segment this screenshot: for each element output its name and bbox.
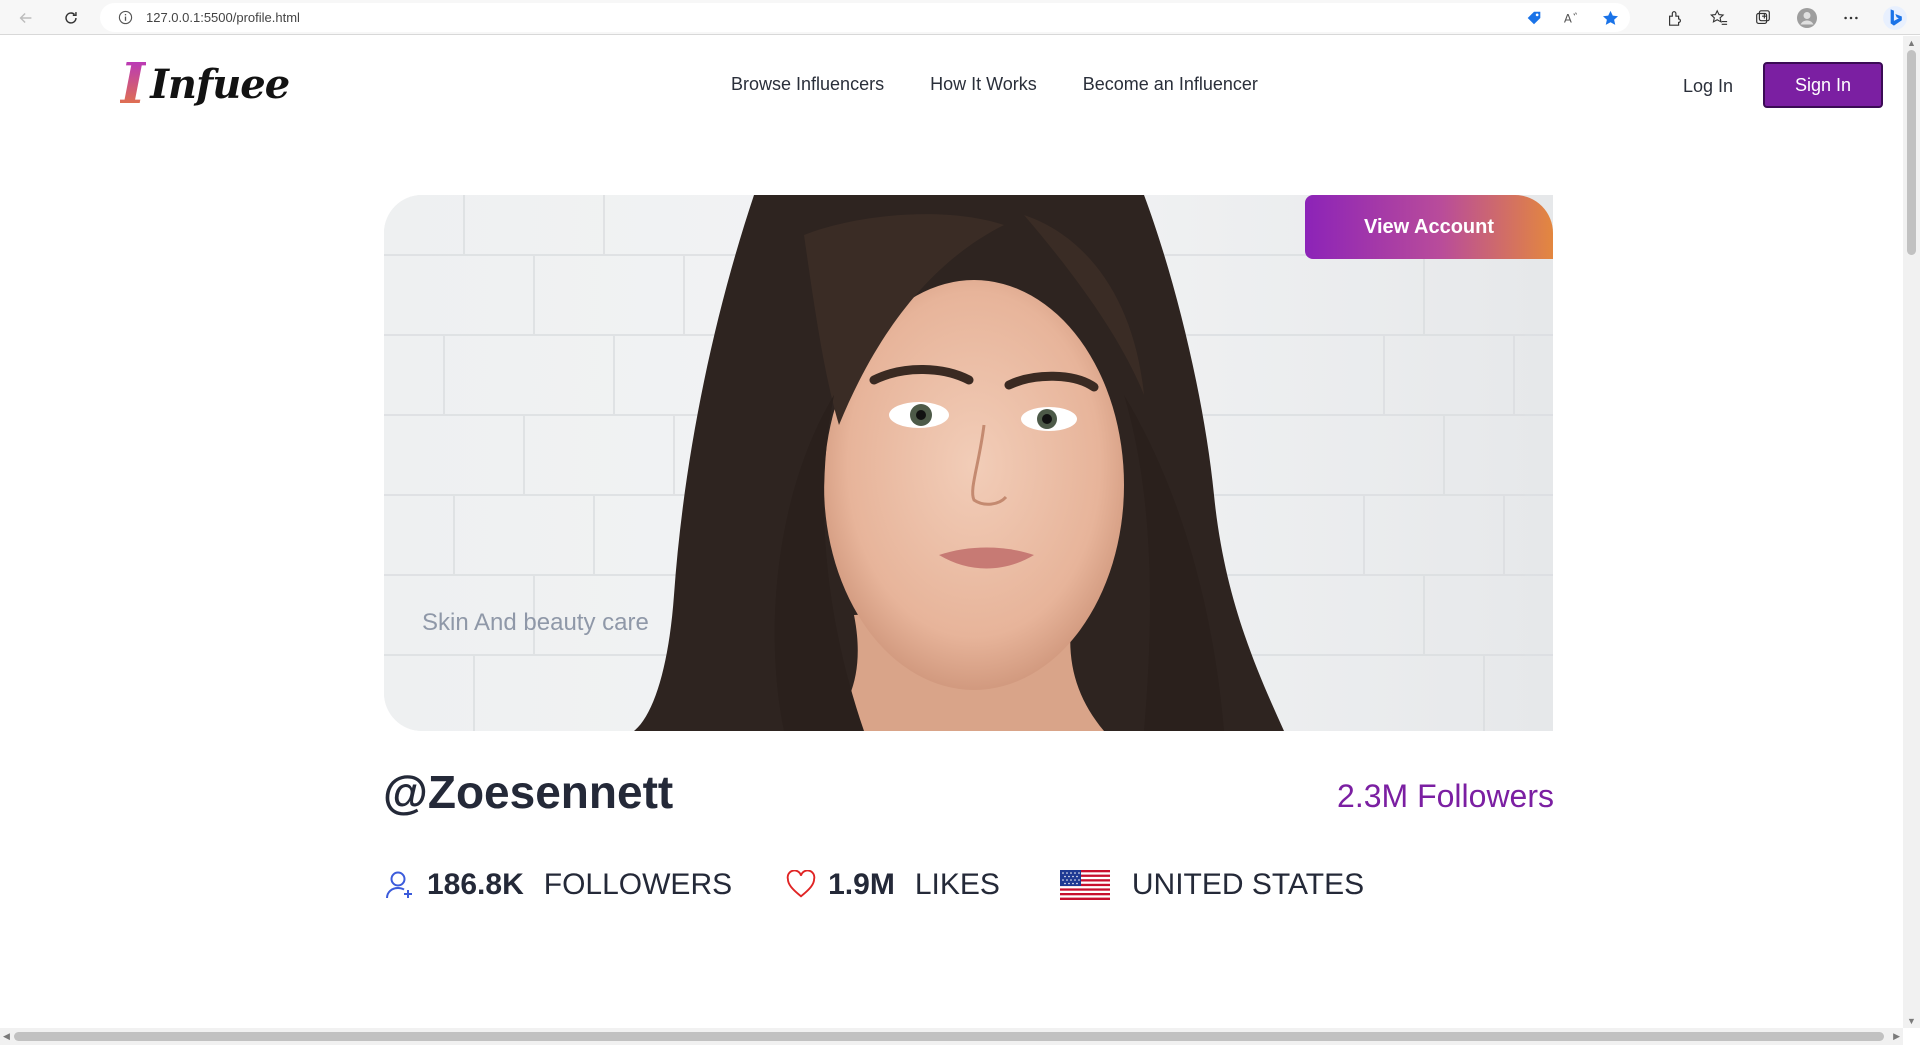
profile-username: @Zoesennett <box>383 766 674 818</box>
profile-stats: 186.8K FOLLOWERS 1.9M LIKES UNITED STATE… <box>383 868 1364 902</box>
favorite-star-icon[interactable] <box>1600 8 1620 28</box>
country-label: UNITED STATES <box>1131 868 1365 901</box>
followers-total: 2.3M Followers <box>1337 778 1554 814</box>
url-text: 127.0.0.1:5500/profile.html <box>146 10 300 25</box>
tag-icon[interactable] <box>1524 8 1544 28</box>
followers-stat: 186.8K FOLLOWERS <box>383 868 732 902</box>
bing-icon[interactable] <box>1880 4 1910 32</box>
nav-become-influencer[interactable]: Become an Influencer <box>1083 74 1258 95</box>
followers-value: 186.8K <box>427 868 524 901</box>
nav-how-it-works[interactable]: How It Works <box>930 74 1037 95</box>
address-bar[interactable]: 127.0.0.1:5500/profile.html A <box>100 3 1630 32</box>
scroll-down-icon[interactable]: ▼ <box>1907 1016 1916 1026</box>
likes-stat: 1.9M LIKES <box>784 868 1000 902</box>
main-nav: Browse Influencers How It Works Become a… <box>731 74 1258 95</box>
vertical-scrollbar[interactable]: ▲ ▼ <box>1903 36 1920 1028</box>
scroll-up-icon[interactable]: ▲ <box>1907 38 1916 48</box>
country-stat: UNITED STATES <box>1059 868 1365 902</box>
back-icon[interactable] <box>12 4 40 32</box>
view-account-button[interactable]: View Account <box>1305 195 1553 259</box>
logo-mark: I <box>120 51 147 117</box>
likes-label: LIKES <box>914 868 1000 901</box>
scroll-right-icon[interactable]: ▶ <box>1893 1031 1900 1042</box>
category-label: Skin And beauty care <box>422 609 649 636</box>
read-aloud-icon[interactable]: A <box>1562 8 1582 28</box>
site-header: I Infuee Browse Influencers How It Works… <box>0 36 1900 136</box>
likes-value: 1.9M <box>828 868 895 901</box>
add-user-icon <box>383 868 417 902</box>
login-link[interactable]: Log In <box>1683 76 1733 97</box>
horizontal-scrollbar[interactable]: ◀ ▶ <box>0 1028 1903 1045</box>
vertical-scroll-thumb[interactable] <box>1907 50 1916 255</box>
logo[interactable]: I Infuee <box>120 51 290 117</box>
signin-button[interactable]: Sign In <box>1763 62 1883 108</box>
scroll-left-icon[interactable]: ◀ <box>3 1031 10 1042</box>
favorites-icon[interactable] <box>1704 4 1734 32</box>
profile-icon[interactable] <box>1792 4 1822 32</box>
nav-browse-influencers[interactable]: Browse Influencers <box>731 74 884 95</box>
profile-photo <box>384 195 1553 731</box>
profile-hero: View Account Skin And beauty care <box>384 195 1553 731</box>
refresh-icon[interactable] <box>57 4 85 32</box>
svg-text:A: A <box>1564 12 1572 26</box>
heart-icon <box>784 868 818 902</box>
us-flag-icon <box>1059 870 1110 900</box>
collections-icon[interactable] <box>1748 4 1778 32</box>
browser-toolbar: 127.0.0.1:5500/profile.html A <box>0 0 1920 35</box>
more-icon[interactable] <box>1836 4 1866 32</box>
logo-text: Infuee <box>150 60 290 108</box>
info-icon[interactable] <box>116 9 134 27</box>
extensions-icon[interactable] <box>1660 4 1690 32</box>
followers-label: FOLLOWERS <box>543 868 733 901</box>
horizontal-scroll-thumb[interactable] <box>14 1032 1884 1041</box>
